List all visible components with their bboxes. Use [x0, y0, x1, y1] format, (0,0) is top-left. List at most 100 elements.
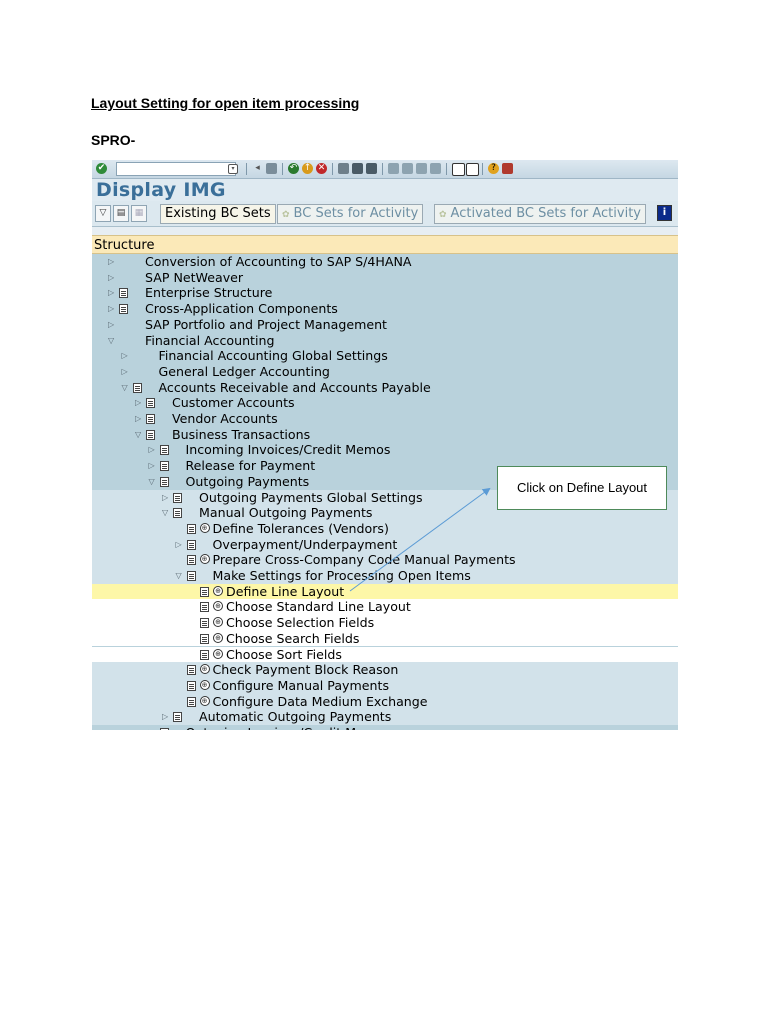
execute-activity-icon[interactable]: ⊕	[213, 648, 223, 659]
tree-node[interactable]: ▷ Enterprise Structure	[92, 285, 678, 301]
documentation-icon[interactable]	[159, 476, 169, 487]
expand-node-icon[interactable]: ▷	[108, 285, 114, 301]
find-next-icon[interactable]	[366, 163, 377, 174]
shortcut-icon[interactable]	[466, 163, 479, 176]
execute-activity-icon[interactable]: ⊕	[199, 679, 210, 690]
tree-node[interactable]: ▷ Cross-Application Components	[92, 301, 678, 317]
documentation-icon[interactable]	[159, 445, 169, 456]
print-icon[interactable]	[338, 163, 349, 174]
expand-node-icon[interactable]: ▷	[108, 254, 114, 270]
expand-node-icon[interactable]: ▷	[162, 709, 168, 725]
expand-node-icon[interactable]: ▷	[149, 458, 155, 474]
tree-node[interactable]: ▷ Customer Accounts	[92, 395, 678, 411]
documentation-icon[interactable]	[173, 508, 182, 519]
collapse-node-icon[interactable]: ▽	[122, 380, 128, 396]
collapse-node-icon[interactable]: ▽	[135, 427, 141, 443]
tree-node[interactable]: ⊕ Choose Sort Fields	[92, 646, 678, 663]
documentation-icon[interactable]	[159, 728, 169, 730]
execute-activity-icon[interactable]: ⊕	[213, 632, 223, 643]
back-icon[interactable]: ↶	[288, 163, 299, 174]
help-icon[interactable]: ?	[488, 163, 499, 174]
where-used-icon[interactable]: ▦	[131, 205, 147, 222]
collapse-node-icon[interactable]: ▽	[108, 333, 114, 349]
layout-menu-icon[interactable]	[502, 163, 513, 174]
execute-activity-icon[interactable]: ⊕	[199, 664, 210, 675]
tree-node[interactable]: ⊕ Configure Data Medium Exchange	[92, 693, 678, 710]
documentation-icon[interactable]	[186, 665, 196, 676]
execute-activity-icon[interactable]: ⊕	[199, 554, 210, 565]
expand-node-icon[interactable]: ▷	[122, 348, 128, 364]
tree-node[interactable]: ⊕ Define Tolerances (Vendors)	[92, 520, 678, 537]
tree-node[interactable]: ⊕ Define Line Layout	[92, 583, 678, 600]
next-page-icon[interactable]	[416, 163, 427, 174]
tree-node[interactable]: ▽ Financial Accounting	[92, 333, 678, 349]
documentation-icon[interactable]	[186, 571, 196, 581]
tree-node[interactable]: ▷ Financial Accounting Global Settings	[92, 348, 678, 364]
execute-activity-icon[interactable]: ⊕	[213, 617, 223, 628]
tree-node[interactable]: ▷ Conversion of Accounting to SAP S/4HANA	[92, 254, 678, 270]
expand-node-icon[interactable]: ▷	[135, 395, 141, 411]
documentation-icon[interactable]	[200, 649, 209, 660]
back-small-icon[interactable]: ◂	[252, 163, 263, 174]
documentation-icon[interactable]	[200, 618, 209, 629]
tree-node[interactable]: ⊕ Choose Standard Line Layout	[92, 599, 678, 616]
new-session-icon[interactable]	[452, 163, 465, 176]
tree-node[interactable]: ▽ Accounts Receivable and Accounts Payabl…	[92, 380, 678, 396]
activated-bc-sets-button[interactable]: ✿ Activated BC Sets for Activity	[434, 204, 646, 224]
command-field[interactable]	[116, 162, 236, 176]
execute-activity-icon[interactable]: ⊕	[213, 585, 223, 596]
documentation-icon[interactable]	[146, 429, 155, 440]
collapse-node-icon[interactable]: ▽	[149, 474, 155, 490]
documentation-icon[interactable]	[186, 680, 196, 691]
tree-node[interactable]: ▽ Make Settings for Processing Open Items	[92, 568, 678, 584]
expand-all-icon[interactable]: ▽	[95, 205, 111, 222]
execute-activity-icon[interactable]: ⊕	[199, 522, 210, 533]
dropdown-icon[interactable]: ▾	[228, 164, 238, 174]
save-icon[interactable]	[266, 163, 277, 174]
expand-node-icon[interactable]: ▷	[149, 442, 155, 458]
expand-node-icon[interactable]: ▷	[149, 725, 155, 730]
find-icon[interactable]	[352, 163, 363, 174]
documentation-icon[interactable]	[200, 586, 209, 597]
bc-sets-for-activity-button[interactable]: ✿ BC Sets for Activity	[277, 204, 424, 224]
expand-node-icon[interactable]: ▷	[108, 317, 114, 333]
documentation-icon[interactable]	[186, 523, 196, 534]
exit-icon[interactable]: ↑	[302, 163, 313, 174]
collapse-node-icon[interactable]: ▽	[162, 505, 168, 521]
documentation-icon[interactable]	[132, 382, 142, 393]
last-page-icon[interactable]	[430, 163, 441, 174]
documentation-icon[interactable]	[186, 696, 196, 707]
info-icon[interactable]: i	[657, 205, 672, 221]
tree-node[interactable]: ▷ Automatic Outgoing Payments	[92, 709, 678, 725]
tree-node[interactable]: ⊕ Choose Selection Fields	[92, 615, 678, 631]
tree-node[interactable]: ▷ SAP NetWeaver	[92, 270, 678, 286]
tree-node[interactable]: ▷ General Ledger Accounting	[92, 364, 678, 380]
documentation-icon[interactable]	[173, 712, 182, 723]
first-page-icon[interactable]	[388, 163, 399, 174]
cancel-icon[interactable]: ✕	[316, 163, 327, 174]
previous-page-icon[interactable]	[402, 163, 413, 174]
expand-node-icon[interactable]: ▷	[162, 490, 168, 506]
expand-node-icon[interactable]: ▷	[176, 537, 182, 553]
tree-node[interactable]: ▷ Outgoing Invoices/Credit Memos	[92, 725, 678, 730]
tree-node[interactable]: ▷ Incoming Invoices/Credit Memos	[92, 442, 678, 458]
documentation-icon[interactable]	[146, 398, 155, 409]
documentation-icon[interactable]	[119, 304, 128, 315]
tree-node[interactable]: ⊕ Choose Search Fields	[92, 630, 678, 647]
documentation-icon[interactable]	[146, 414, 155, 424]
execute-activity-icon[interactable]: ⊕	[213, 601, 223, 612]
documentation-icon[interactable]	[200, 633, 209, 644]
documentation-icon[interactable]	[186, 539, 196, 550]
tree-node[interactable]: ⊕ Check Payment Block Reason	[92, 662, 678, 678]
collapse-node-icon[interactable]: ▽	[176, 568, 182, 584]
documentation-icon[interactable]	[173, 492, 182, 503]
tree-node[interactable]: ▽ Business Transactions	[92, 427, 678, 443]
enter-icon[interactable]: ✔	[96, 163, 107, 174]
tree-node[interactable]: ▷ Vendor Accounts	[92, 411, 678, 427]
tree-node[interactable]: ⊕ Configure Manual Payments	[92, 677, 678, 694]
tree-node[interactable]: ⊕ Prepare Cross-Company Code Manual Payme…	[92, 552, 678, 568]
documentation-icon[interactable]	[159, 461, 169, 472]
tree-node[interactable]: ▷ Overpayment/Underpayment	[92, 536, 678, 553]
expand-node-icon[interactable]: ▷	[135, 411, 141, 427]
existing-bc-sets-button[interactable]: Existing BC Sets	[160, 204, 276, 224]
